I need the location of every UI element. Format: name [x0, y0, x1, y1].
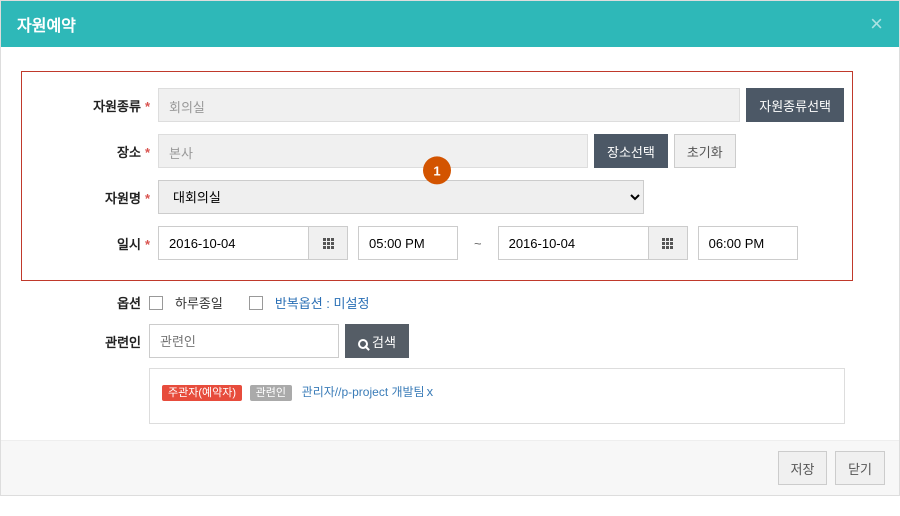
row-related: 관련인 검색 주관자(예약자) 관련인 관리자//p-project 개발팀x: [29, 324, 845, 424]
label-option: 옵션: [29, 293, 149, 312]
related-badge: 관련인: [250, 385, 292, 401]
related-member-name: 관리자//p-project 개발팀: [302, 385, 425, 399]
remove-member-button[interactable]: x: [427, 384, 434, 399]
end-date-input[interactable]: [498, 226, 648, 260]
related-list-box: 주관자(예약자) 관련인 관리자//p-project 개발팀x: [149, 368, 845, 424]
modal-header: 자원예약 ×: [1, 1, 899, 47]
label-datetime: 일시*: [30, 234, 158, 253]
related-search-input[interactable]: [149, 324, 339, 358]
all-day-checkbox[interactable]: [149, 296, 163, 310]
start-date-input[interactable]: [158, 226, 308, 260]
start-date-calendar-button[interactable]: [308, 226, 348, 260]
row-datetime: 일시* ~: [30, 226, 844, 260]
related-search-button[interactable]: 검색: [345, 324, 409, 358]
all-day-label: 하루종일: [175, 293, 223, 312]
resource-type-display: 회의실: [158, 88, 740, 122]
label-resource-name: 자원명*: [30, 188, 158, 207]
close-button[interactable]: 닫기: [835, 451, 885, 485]
location-display: 본사: [158, 134, 588, 168]
row-resource-type: 자원종류* 회의실 자원종류선택: [30, 88, 844, 122]
label-location: 장소*: [30, 142, 158, 161]
row-resource-name: 자원명* 대회의실: [30, 180, 844, 214]
select-location-button[interactable]: 장소선택: [594, 134, 668, 168]
calendar-grid-icon: [322, 237, 334, 249]
modal-body: 1 자원종류* 회의실 자원종류선택 장소* 본사 장소선택: [1, 47, 899, 440]
label-related: 관련인: [29, 324, 149, 351]
label-resource-type: 자원종류*: [30, 96, 158, 115]
resource-reservation-modal: 자원예약 × 1 자원종류* 회의실 자원종류선택 장소*: [0, 0, 900, 496]
repeat-option-link[interactable]: 반복옵션 : 미설정: [275, 293, 370, 312]
modal-title: 자원예약: [17, 12, 76, 36]
below-section: 옵션 하루종일 반복옵션 : 미설정 관련인 검색: [21, 281, 853, 424]
reset-location-button[interactable]: 초기화: [674, 134, 736, 168]
repeat-checkbox[interactable]: [249, 296, 263, 310]
datetime-separator: ~: [468, 236, 488, 251]
highlight-region-1: 1 자원종류* 회의실 자원종류선택 장소* 본사 장소선택: [21, 71, 853, 281]
step-badge: 1: [423, 156, 451, 184]
save-button[interactable]: 저장: [778, 451, 828, 485]
calendar-grid-icon: [662, 237, 674, 249]
search-icon: [358, 339, 368, 349]
end-date-calendar-button[interactable]: [648, 226, 688, 260]
end-time-input[interactable]: [698, 226, 798, 260]
modal-footer: 저장 닫기: [1, 440, 899, 495]
resource-name-select[interactable]: 대회의실: [158, 180, 644, 214]
select-resource-type-button[interactable]: 자원종류선택: [746, 88, 844, 122]
start-time-input[interactable]: [358, 226, 458, 260]
host-badge: 주관자(예약자): [162, 385, 242, 401]
close-icon[interactable]: ×: [870, 11, 883, 37]
row-option: 옵션 하루종일 반복옵션 : 미설정: [29, 293, 845, 312]
